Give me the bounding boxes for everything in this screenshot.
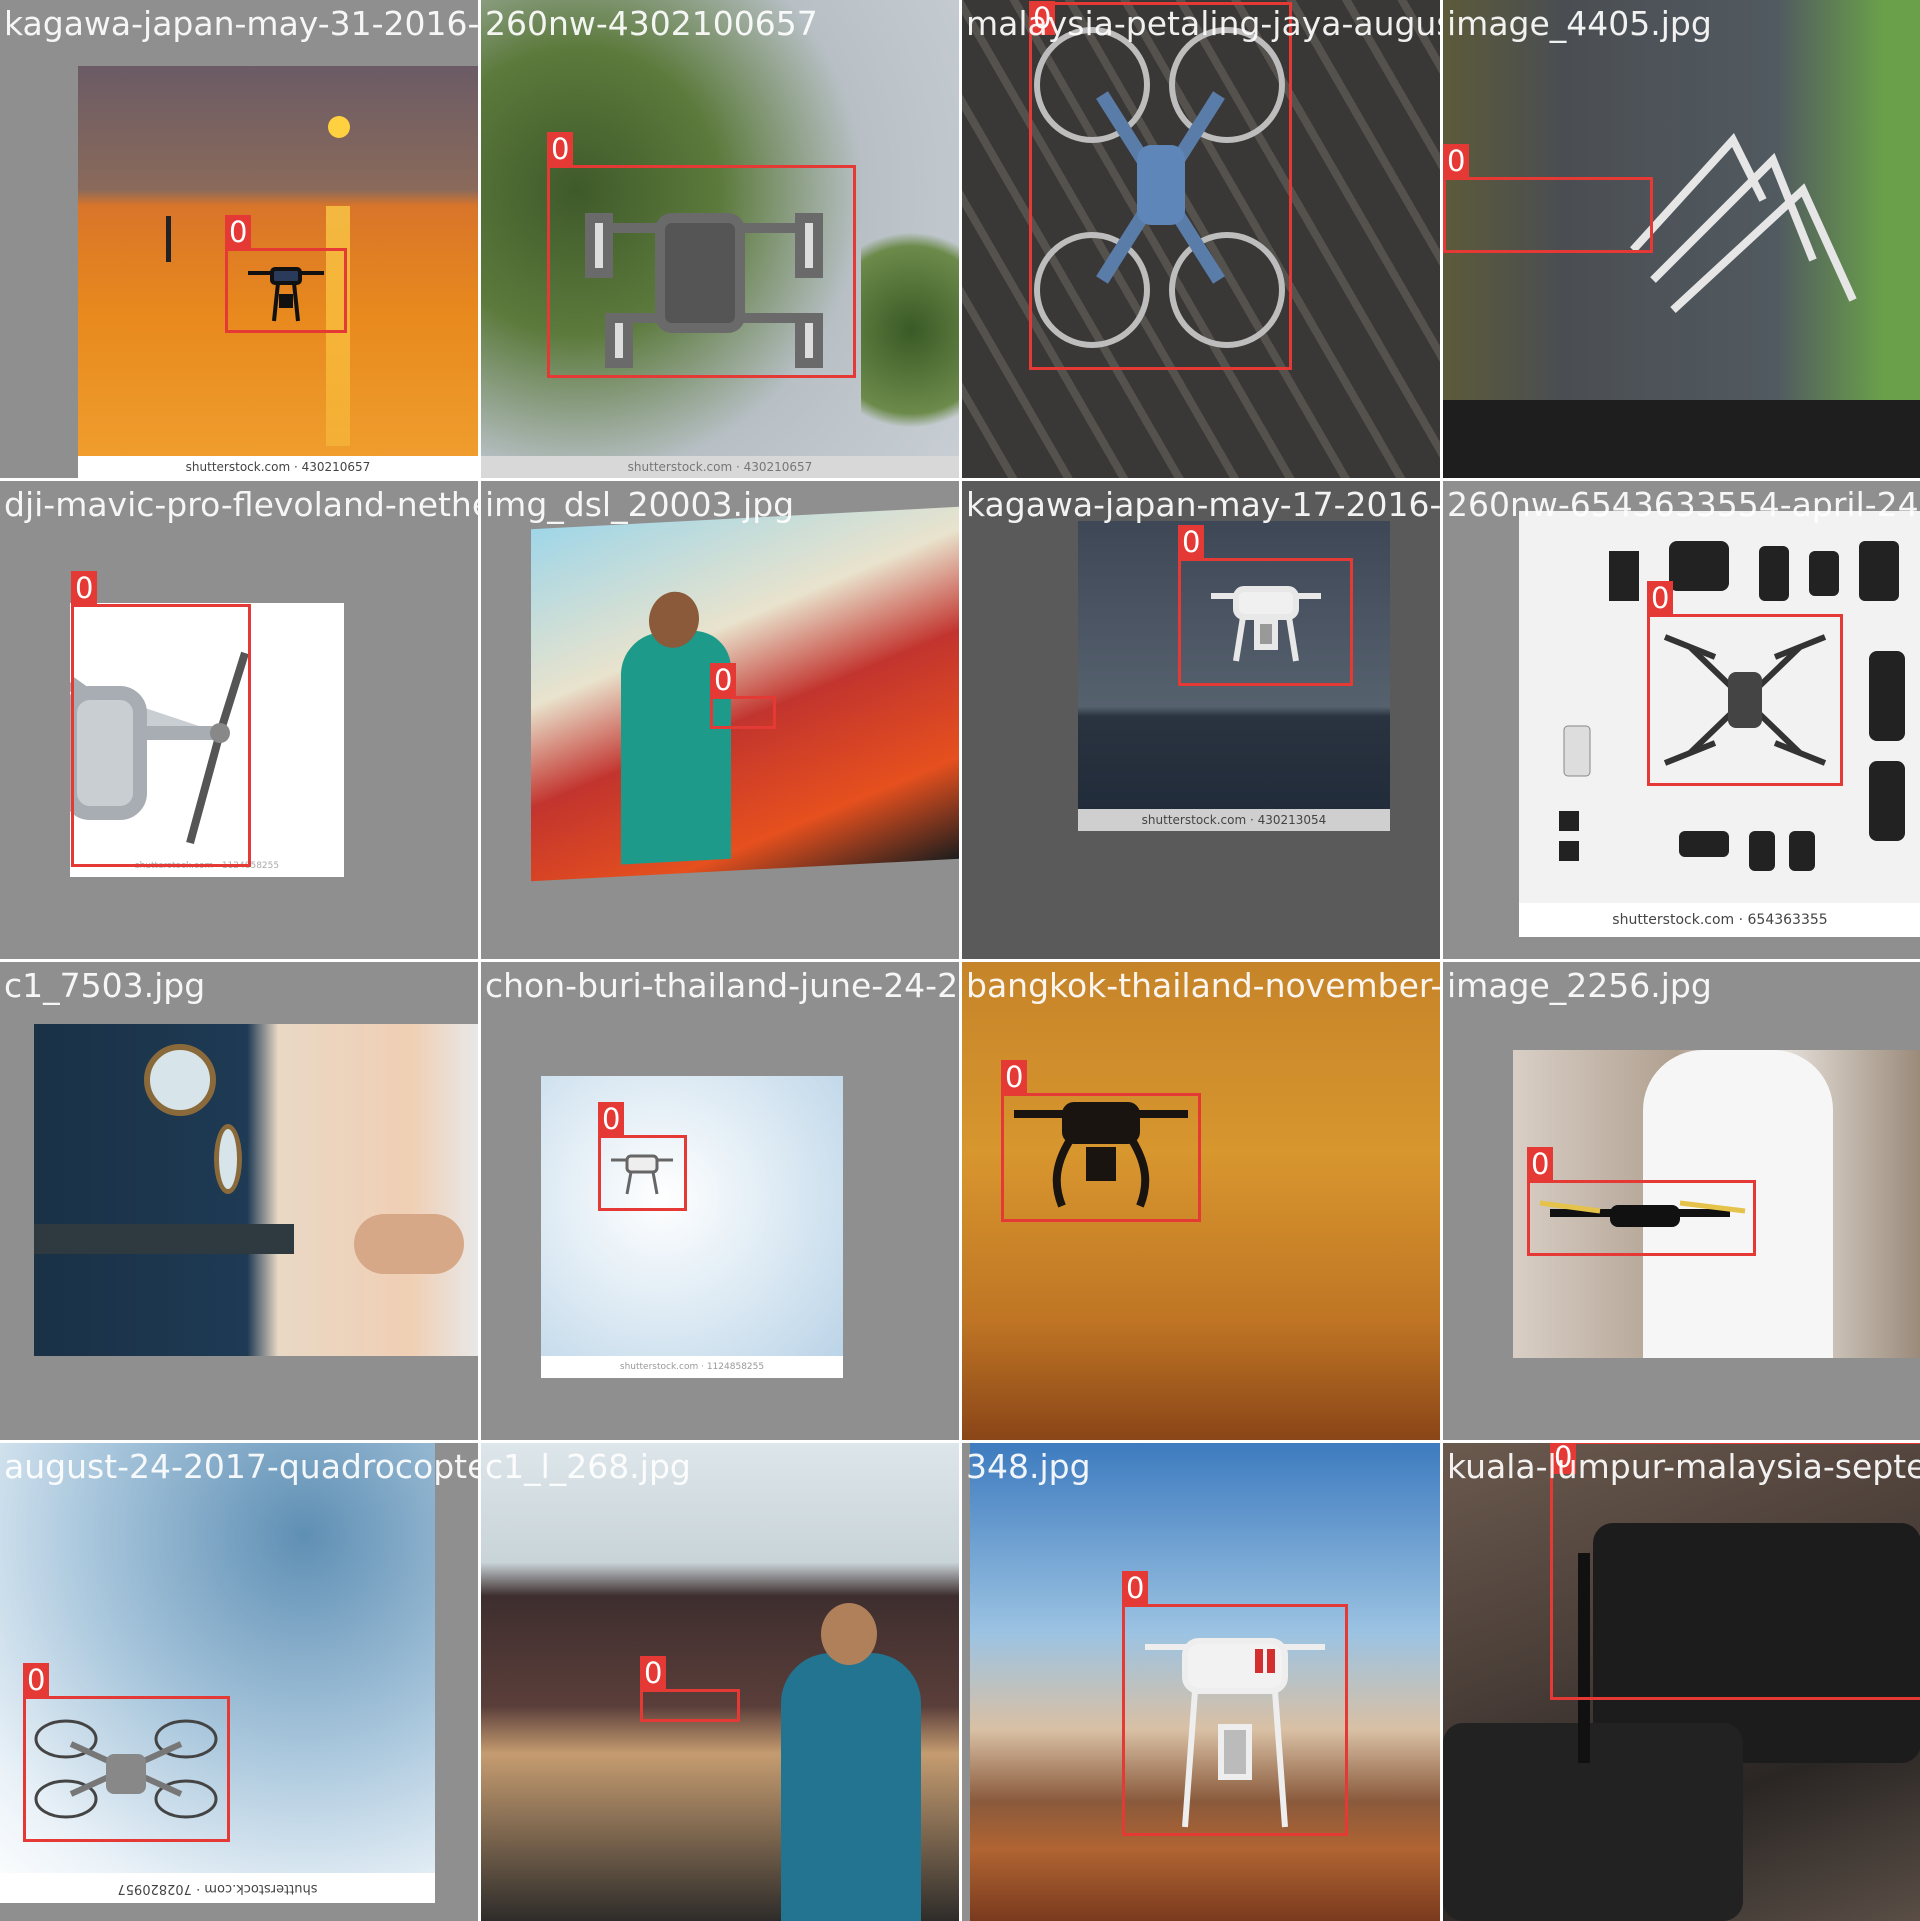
class-label: 0 — [1178, 525, 1205, 559]
grid-tile[interactable]: 0 img_dsl_20003.jpg — [481, 481, 959, 959]
class-label: 0 — [225, 215, 252, 249]
detection-box[interactable]: 0 — [71, 571, 251, 867]
drone-icon — [1539, 1200, 1746, 1227]
detection-box[interactable]: 0 — [710, 663, 776, 729]
detection-box[interactable]: 0 — [225, 215, 347, 333]
watermark: shutterstock.com · 1124858255 — [541, 1356, 843, 1378]
drone-icon — [1014, 1102, 1188, 1208]
class-label: 0 — [23, 1663, 50, 1697]
filename-label: dji-mavic-pro-flevoland-netherlands-2800 — [4, 485, 478, 524]
class-label: 0 — [1122, 1571, 1149, 1605]
class-label: 0 — [710, 663, 737, 697]
class-label: 0 — [1443, 144, 1470, 178]
image-grid: shutterstock.com · 430210657 0 kagawa-ja… — [0, 0, 1920, 1921]
filename-label: img_dsl_20003.jpg — [485, 485, 795, 524]
grid-tile[interactable]: 0 kuala-lumpur-malaysia-septe — [1443, 1443, 1920, 1921]
drone-icon — [1034, 27, 1285, 348]
detection-box[interactable]: 0 — [23, 1663, 230, 1842]
filename-label: malaysia-petaling-jaya-august-1-2017-img — [966, 4, 1440, 43]
filename-label: bangkok-thailand-november-14-2016-260nw- — [966, 966, 1440, 1005]
detection-box[interactable]: 0 — [640, 1656, 740, 1722]
tile-image — [481, 1443, 959, 1921]
filename-label: 348.jpg — [966, 1447, 1091, 1486]
grid-tile[interactable]: 0 bangkok-thailand-november-14-2016-260n… — [962, 962, 1440, 1440]
detection-box[interactable]: 0 — [1443, 144, 1653, 253]
tile-image — [531, 506, 959, 882]
watermark: shutterstock.com · 654363355 — [1519, 903, 1920, 937]
drone-icon — [248, 267, 324, 322]
detection-box[interactable]: 0 — [1178, 525, 1353, 686]
filename-label: c1_7503.jpg — [4, 966, 206, 1005]
class-label: 0 — [640, 1656, 667, 1690]
detection-box[interactable]: 0 — [1527, 1147, 1756, 1256]
grid-tile[interactable]: shutterstock.com · 430210657 0 260nw-430… — [481, 0, 959, 478]
drone-icon — [1663, 634, 1827, 766]
filename-label: kagawa-japan-may-17-2016-260nw-430213054 — [966, 485, 1440, 524]
drone-icon — [34, 1719, 218, 1819]
class-label: 0 — [1647, 581, 1674, 615]
grid-tile[interactable]: shutterstock.com · 430210657 0 kagawa-ja… — [0, 0, 478, 478]
tile-image — [34, 1024, 478, 1356]
grid-tile[interactable]: shutterstock.com · 1124858255 0 chon-bur… — [481, 962, 959, 1440]
watermark: shutterstock.com · 430210657 — [78, 456, 478, 478]
grid-tile[interactable]: shutterstock.com · 1124858255 0 dji-mavi… — [0, 481, 478, 959]
grid-tile[interactable]: 0 image_2256.jpg — [1443, 962, 1920, 1440]
detection-box[interactable]: 0 — [1647, 581, 1843, 786]
detection-box[interactable]: 0 — [1029, 1, 1292, 370]
class-label: 0 — [547, 132, 574, 166]
watermark: shutterstock.com · 430210657 — [481, 456, 959, 478]
watermark: shutterstock.com · 702820957 — [0, 1873, 435, 1903]
filename-label: image_2256.jpg — [1447, 966, 1712, 1005]
class-label: 0 — [598, 1102, 625, 1136]
drone-icon — [585, 213, 823, 368]
class-label: 0 — [71, 571, 98, 605]
detection-box[interactable]: 0 — [547, 132, 856, 378]
filename-label: kuala-lumpur-malaysia-septe — [1447, 1447, 1920, 1486]
class-label: 0 — [1527, 1147, 1554, 1181]
grid-tile[interactable]: 0 348.jpg — [962, 1443, 1440, 1921]
filename-label: c1_l_268.jpg — [485, 1447, 691, 1486]
filename-label: chon-buri-thailand-june-24-260nw-1124858 — [485, 966, 959, 1005]
grid-tile[interactable]: 0 malaysia-petaling-jaya-august-1-2017-i… — [962, 0, 1440, 478]
drone-icon — [1211, 586, 1321, 662]
detection-box[interactable]: 0 — [598, 1102, 687, 1211]
filename-label: image_4405.jpg — [1447, 4, 1712, 43]
watermark: shutterstock.com · 430213054 — [1078, 809, 1390, 831]
grid-tile[interactable]: c1_7503.jpg — [0, 962, 478, 1440]
detection-box[interactable]: 0 — [1122, 1571, 1348, 1836]
filename-label: kagawa-japan-may-31-2016-260nw-430210657 — [4, 4, 478, 43]
class-label: 0 — [1001, 1060, 1028, 1094]
drone-icon — [1145, 1638, 1325, 1828]
grid-tile[interactable]: shutterstock.com · 702820957 0 august-24… — [0, 1443, 478, 1921]
grid-tile[interactable]: 0 image_4405.jpg — [1443, 0, 1920, 478]
filename-label: august-24-2017-quadrocopter-dji-260nw-70 — [4, 1447, 478, 1486]
filename-label: 260nw-4302100657 — [485, 4, 818, 43]
grid-tile[interactable]: shutterstock.com · 430213054 0 kagawa-ja… — [962, 481, 1440, 959]
drone-icon — [611, 1154, 673, 1195]
filename-label: 260nw-6543633554-april-24-20 — [1447, 485, 1920, 524]
detection-box[interactable]: 0 — [1001, 1060, 1201, 1222]
grid-tile[interactable]: shutterstock.com · 654363355 0 260nw-654… — [1443, 481, 1920, 959]
tile-image: shutterstock.com · 1124858255 — [541, 1076, 843, 1378]
grid-tile[interactable]: 0 c1_l_268.jpg — [481, 1443, 959, 1921]
